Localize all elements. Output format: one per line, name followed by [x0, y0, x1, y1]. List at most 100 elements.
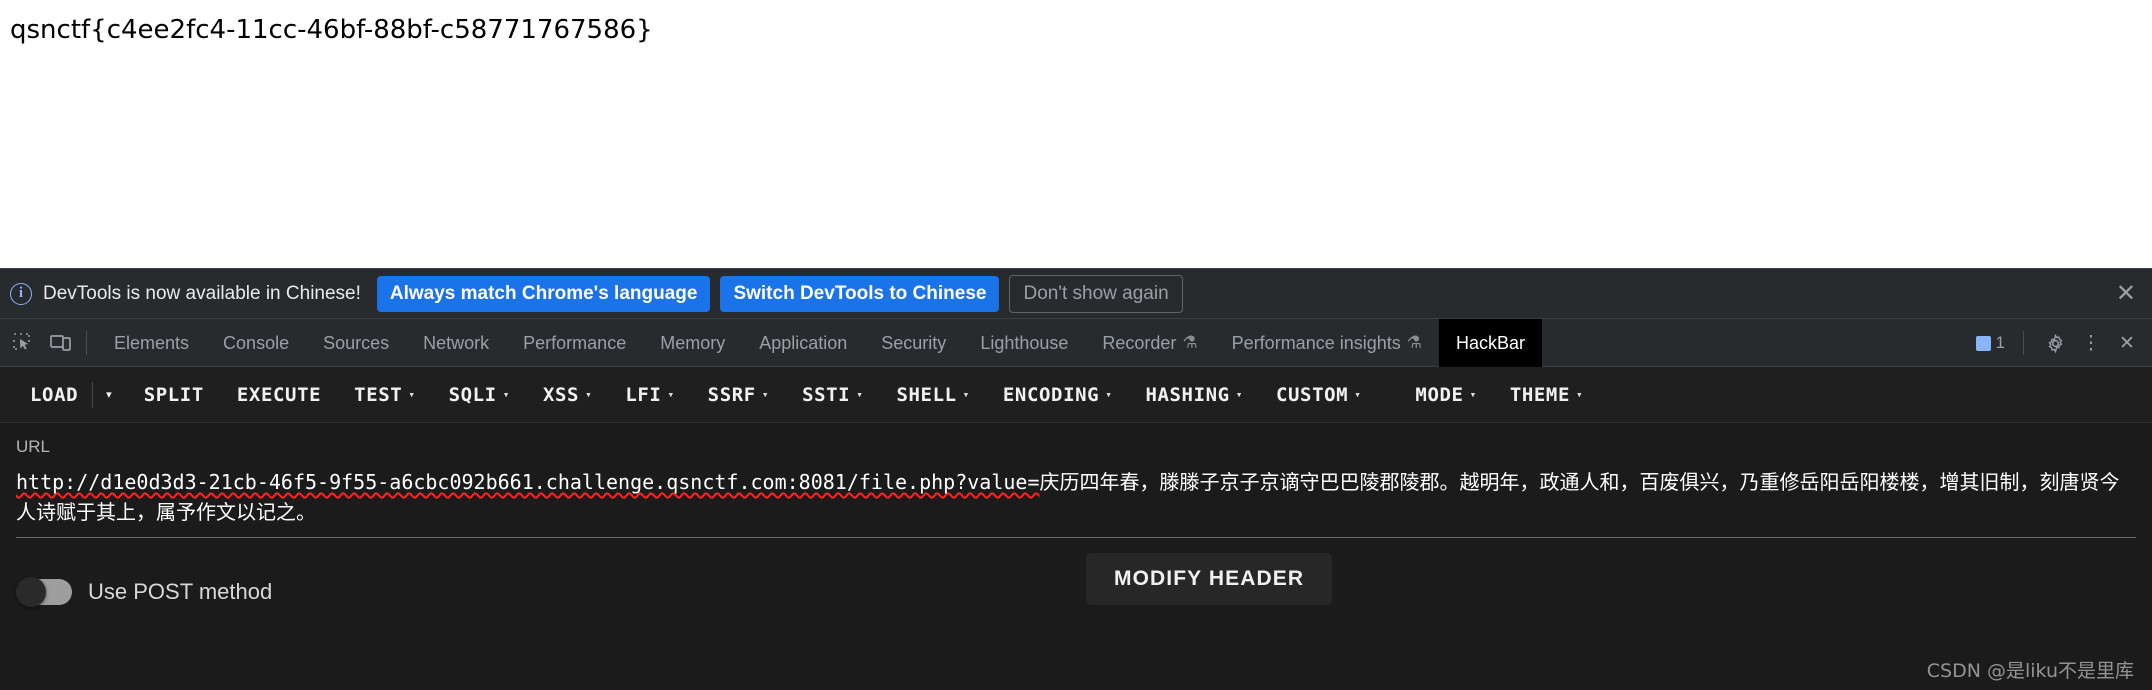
locale-notification-bar: i DevTools is now available in Chinese! … — [0, 269, 2152, 319]
chevron-down-icon: ▾ — [667, 388, 675, 401]
message-icon — [1975, 335, 1991, 351]
hashing-menu-button[interactable]: HASHING ▾ — [1135, 378, 1253, 412]
toolbar-divider — [2023, 331, 2024, 355]
toolbar-divider — [92, 381, 94, 408]
button-label: TEST — [354, 383, 403, 406]
toggle-knob — [16, 576, 46, 607]
url-ascii-part: http://d1e0d3d3-21cb-46f5-9f55-a6cbc092b… — [16, 470, 1040, 494]
split-button[interactable]: SPLIT — [134, 378, 214, 412]
inspect-element-icon[interactable] — [6, 326, 40, 360]
tab-hackbar[interactable]: HackBar — [1439, 318, 1543, 367]
notification-message: DevTools is now available in Chinese! — [43, 282, 361, 304]
chevron-down-icon: ▾ — [1235, 388, 1243, 401]
button-label: XSS — [542, 383, 580, 406]
chevron-down-icon: ▾ — [1354, 388, 1362, 401]
message-count-badge[interactable]: 1 — [1970, 330, 2011, 356]
button-label: EXECUTE — [236, 383, 322, 406]
toggle-track — [16, 576, 72, 607]
load-button[interactable]: LOAD — [20, 378, 88, 412]
chevron-down-icon: ▾ — [962, 388, 970, 401]
gear-icon[interactable] — [2040, 328, 2070, 358]
button-label: SHELL — [896, 383, 957, 406]
lfi-menu-button[interactable]: LFI ▾ — [615, 378, 684, 412]
device-toolbar-icon[interactable] — [44, 326, 78, 360]
tab-network[interactable]: Network — [406, 319, 506, 367]
tab-label: Console — [223, 332, 290, 353]
load-dropdown-caret-icon[interactable]: ▾ — [97, 382, 121, 407]
flask-icon: ⚗ — [1406, 332, 1422, 352]
button-label: LFI — [625, 383, 662, 406]
flag-text: qsnctf{c4ee2fc4-11cc-46bf-88bf-c58771767… — [10, 15, 653, 45]
chevron-down-icon: ▾ — [502, 388, 510, 401]
flask-icon: ⚗ — [1182, 332, 1198, 352]
tab-console[interactable]: Console — [206, 319, 306, 367]
screenshot-root: qsnctf{c4ee2fc4-11cc-46bf-88bf-c58771767… — [0, 0, 2152, 690]
message-count-label: 1 — [1995, 333, 2005, 352]
tab-label: Network — [423, 332, 490, 353]
button-label: HASHING — [1145, 383, 1230, 406]
url-input[interactable]: http://d1e0d3d3-21cb-46f5-9f55-a6cbc092b… — [16, 467, 2136, 538]
execute-button[interactable]: EXECUTE — [227, 378, 331, 412]
info-icon: i — [10, 282, 32, 305]
button-label: SSTI — [802, 383, 851, 406]
tab-security[interactable]: Security — [864, 319, 963, 367]
tab-performance[interactable]: Performance — [506, 319, 643, 367]
tab-label: Security — [881, 332, 947, 353]
tab-recorder[interactable]: Recorder ⚗ — [1085, 319, 1214, 367]
chevron-down-icon: ▾ — [1469, 388, 1477, 401]
tab-label: Lighthouse — [980, 332, 1069, 353]
tab-label: Application — [759, 332, 848, 353]
close-notification-icon[interactable]: ✕ — [2116, 281, 2136, 306]
chevron-down-icon: ▾ — [1576, 388, 1584, 401]
web-page-content: qsnctf{c4ee2fc4-11cc-46bf-88bf-c58771767… — [0, 0, 2152, 268]
button-label: CUSTOM — [1275, 383, 1349, 406]
always-match-language-button[interactable]: Always match Chrome's language — [376, 275, 711, 312]
tab-elements[interactable]: Elements — [97, 319, 206, 367]
url-field-label: URL — [16, 437, 51, 456]
tab-label: HackBar — [1456, 332, 1526, 353]
encoding-menu-button[interactable]: ENCODING ▾ — [993, 378, 1123, 412]
xss-menu-button[interactable]: XSS ▾ — [533, 378, 602, 412]
switch-devtools-language-button[interactable]: Switch DevTools to Chinese — [720, 275, 1000, 312]
hackbar-bottom-row: Use POST method MODIFY HEADER — [0, 538, 2152, 622]
chevron-down-icon: ▾ — [856, 388, 864, 401]
tab-memory[interactable]: Memory — [643, 319, 742, 367]
tab-label: Performance insights — [1231, 332, 1401, 353]
hackbar-toolbar: LOAD ▾ SPLIT EXECUTE TEST ▾ SQLI ▾ XSS ▾ LF… — [0, 367, 2152, 423]
ssrf-menu-button[interactable]: SSRF ▾ — [698, 378, 779, 412]
button-label: SQLI — [448, 383, 497, 406]
devtools-toolbar-right: 1 ⋮ ✕ — [1970, 319, 2142, 367]
button-label: THEME — [1509, 383, 1571, 406]
devtools-panel: i DevTools is now available in Chinese! … — [0, 268, 2152, 690]
dont-show-again-button[interactable]: Don't show again — [1009, 274, 1183, 313]
toolbar-divider — [86, 330, 87, 355]
shell-menu-button[interactable]: SHELL ▾ — [886, 378, 979, 412]
hackbar-panel: LOAD ▾ SPLIT EXECUTE TEST ▾ SQLI ▾ XSS ▾ LF… — [0, 367, 2152, 690]
sqli-menu-button[interactable]: SQLI ▾ — [439, 378, 520, 412]
theme-menu-button[interactable]: THEME ▾ — [1500, 378, 1593, 412]
tab-label: Elements — [114, 332, 190, 353]
tab-performance-insights[interactable]: Performance insights ⚗ — [1215, 319, 1439, 367]
chevron-down-icon: ▾ — [585, 388, 593, 401]
tab-label: Recorder — [1102, 332, 1177, 353]
chevron-down-icon: ▾ — [761, 388, 770, 401]
ssti-menu-button[interactable]: SSTI ▾ — [792, 378, 873, 412]
chevron-down-icon: ▾ — [1105, 388, 1113, 401]
url-section: URL http://d1e0d3d3-21cb-46f5-9f55-a6cbc… — [0, 423, 2152, 538]
tab-label: Performance — [523, 332, 627, 353]
tab-application[interactable]: Application — [742, 319, 864, 367]
mode-menu-button[interactable]: MODE ▾ — [1405, 378, 1486, 412]
button-label: ENCODING — [1002, 383, 1100, 406]
button-label: MODE — [1415, 383, 1464, 406]
custom-menu-button[interactable]: CUSTOM ▾ — [1266, 378, 1371, 412]
use-post-method-toggle[interactable]: Use POST method — [16, 576, 273, 607]
tab-label: Memory — [660, 332, 726, 353]
test-menu-button[interactable]: TEST ▾ — [344, 378, 425, 412]
tab-lighthouse[interactable]: Lighthouse — [963, 319, 1085, 367]
tab-sources[interactable]: Sources — [306, 319, 406, 367]
more-options-icon[interactable]: ⋮ — [2076, 328, 2106, 358]
modify-header-button[interactable]: MODIFY HEADER — [1086, 552, 1333, 605]
use-post-method-label: Use POST method — [88, 578, 273, 604]
chevron-down-icon: ▾ — [408, 388, 416, 401]
close-devtools-icon[interactable]: ✕ — [2112, 328, 2142, 358]
